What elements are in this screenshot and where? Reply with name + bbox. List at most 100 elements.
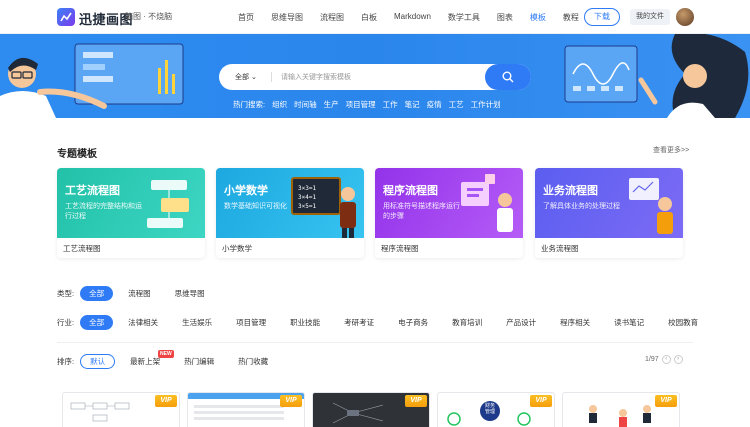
sort-default[interactable]: 默认 <box>80 353 116 369</box>
avatar[interactable] <box>676 8 694 26</box>
template-card-program[interactable]: 程序流程图 用标准符号描述程序运行的步骤 程序流程图 <box>375 168 523 258</box>
hot-term[interactable]: 笔记 <box>405 99 420 110</box>
hot-term[interactable]: 工艺 <box>449 99 464 110</box>
card-caption: 工艺流程图 <box>63 244 101 253</box>
type-chip[interactable]: 思维导图 <box>166 286 214 301</box>
template-card-process[interactable]: 工艺流程图 工艺流程的完整结构和运行过程 工艺流程图 <box>57 168 205 258</box>
vip-badge: VIP <box>405 395 427 407</box>
search-box: 全部 ⌄ 请输入关键字搜索模板 <box>219 64 531 90</box>
industry-chip[interactable]: 教育培训 <box>443 315 491 330</box>
industry-chip[interactable]: 法律相关 <box>119 315 167 330</box>
nav-templates[interactable]: 模板 <box>530 12 546 23</box>
my-files-button[interactable]: 我的文件 <box>630 9 670 25</box>
top-header: 迅捷画图 脑图 · 不烧脑 首页 思维导图 流程图 白板 Markdown 数学… <box>0 0 750 34</box>
left-illustration <box>0 43 184 118</box>
industry-chip[interactable]: 读书笔记 <box>605 315 653 330</box>
card-caption: 小学数学 <box>222 244 252 253</box>
nav-mindmap[interactable]: 思维导图 <box>271 12 303 23</box>
type-chip-all[interactable]: 全部 <box>80 285 114 301</box>
template-thumb[interactable]: VIP <box>312 392 430 427</box>
industry-chip[interactable]: 校园教育 <box>659 315 707 330</box>
card-title: 工艺流程图 <box>65 185 120 197</box>
industry-chip[interactable]: 生活娱乐 <box>173 315 221 330</box>
hot-term[interactable]: 组织 <box>272 99 287 110</box>
hot-search-label: 热门搜索: <box>233 100 266 109</box>
type-label: 类型: <box>57 288 75 298</box>
card-desc: 工艺流程的完整结构和运行过程 <box>65 203 142 220</box>
search-category-select[interactable]: 全部 ⌄ <box>235 72 257 82</box>
prev-page-icon[interactable]: ‹ <box>661 355 671 364</box>
hot-term[interactable]: 项目管理 <box>346 99 376 110</box>
vip-badge: VIP <box>280 395 302 407</box>
card-desc: 了解具体业务的处理过程 <box>543 203 620 210</box>
section-title: 专题模板 <box>57 149 97 160</box>
industry-chip[interactable]: 程序相关 <box>551 315 599 330</box>
process-illustration <box>147 180 189 228</box>
template-thumb[interactable]: VIP <box>562 392 680 427</box>
brand-tagline: 脑图 · 不烧脑 <box>125 12 173 21</box>
download-button[interactable]: 下载 <box>584 8 620 26</box>
industry-chip[interactable]: 职业技能 <box>281 315 329 330</box>
new-badge: NEW <box>158 350 174 358</box>
nav-home[interactable]: 首页 <box>238 12 254 23</box>
industry-chip[interactable]: 考研考证 <box>335 315 383 330</box>
nav-charts[interactable]: 图表 <box>497 12 513 23</box>
vip-badge: VIP <box>530 395 552 407</box>
sort-hot-fav[interactable]: 热门收藏 <box>229 354 277 369</box>
pagination: 1/97 ‹ › <box>645 355 683 364</box>
sort-label: 排序: <box>57 356 75 366</box>
finance-label: 财务 管理 <box>484 403 495 415</box>
next-page-icon[interactable]: › <box>673 355 683 364</box>
card-title: 小学数学 <box>224 185 268 197</box>
svg-text:3×4=1: 3×4=1 <box>298 194 316 201</box>
template-thumb[interactable]: VIP <box>187 392 305 427</box>
nav-whiteboard[interactable]: 白板 <box>361 12 377 23</box>
nav-markdown[interactable]: Markdown <box>394 12 431 23</box>
business-illustration <box>629 178 673 234</box>
card-caption: 业务流程图 <box>541 244 579 253</box>
hot-term[interactable]: 疫情 <box>427 99 442 110</box>
hot-term[interactable]: 工作计划 <box>471 99 501 110</box>
divider <box>57 342 693 343</box>
hot-term[interactable]: 时间轴 <box>294 99 317 110</box>
search-input[interactable]: 请输入关键字搜索模板 <box>281 72 351 82</box>
industry-chip[interactable]: 项目管理 <box>227 315 275 330</box>
industry-filter: 行业: 全部 法律相关 生活娱乐 项目管理 职业技能 考研考证 电子商务 教育培… <box>57 314 713 330</box>
industry-label: 行业: <box>57 317 75 327</box>
template-card-business[interactable]: 业务流程图 了解具体业务的处理过程 业务流程图 <box>535 168 683 258</box>
card-title: 业务流程图 <box>543 185 598 197</box>
card-caption: 程序流程图 <box>381 244 419 253</box>
template-thumb[interactable]: 财务 管理 VIP <box>437 392 555 427</box>
template-thumb[interactable]: VIP <box>62 392 180 427</box>
type-filter: 类型: 全部 流程图 思维导图 <box>57 285 220 301</box>
hot-term[interactable]: 生产 <box>324 99 339 110</box>
industry-chip[interactable]: 电子商务 <box>389 315 437 330</box>
nav-flowchart[interactable]: 流程图 <box>320 12 344 23</box>
industry-chip-all[interactable]: 全部 <box>80 314 114 330</box>
sort-hot-edit[interactable]: 热门编辑 <box>175 354 223 369</box>
main-nav: 首页 思维导图 流程图 白板 Markdown 数学工具 图表 模板 教程 <box>238 12 596 23</box>
hero-banner: 全部 ⌄ 请输入关键字搜索模板 热门搜索: 组织 时间轴 生产 项目管理 工作 … <box>0 34 750 118</box>
card-desc: 用标准符号描述程序运行的步骤 <box>383 203 460 220</box>
vip-badge: VIP <box>655 395 677 407</box>
right-illustration <box>564 34 749 118</box>
search-icon <box>502 71 514 83</box>
card-desc: 数学基础知识可视化 <box>224 203 287 210</box>
template-card-math[interactable]: 3×3=1 3×4=1 3×5=1 小学数学 数学基础知识可视化 小学数学 <box>216 168 364 258</box>
nav-math-tools[interactable]: 数学工具 <box>448 12 480 23</box>
logo-icon[interactable] <box>57 8 75 26</box>
page-indicator: 1/97 <box>645 356 659 363</box>
chevron-down-icon: ⌄ <box>250 74 257 81</box>
nav-tutorials[interactable]: 教程 <box>563 12 579 23</box>
search-button[interactable] <box>485 64 531 90</box>
card-title: 程序流程图 <box>383 185 438 197</box>
industry-chip[interactable]: 产品设计 <box>497 315 545 330</box>
search-divider <box>271 72 272 82</box>
svg-text:3×3=1: 3×3=1 <box>298 185 316 192</box>
type-chip[interactable]: 流程图 <box>119 286 160 301</box>
vip-badge: VIP <box>155 395 177 407</box>
see-more-link[interactable]: 查看更多>> <box>653 145 689 155</box>
program-illustration <box>461 174 513 232</box>
hot-searches: 热门搜索: 组织 时间轴 生产 项目管理 工作 笔记 疫情 工艺 工作计划 <box>233 99 508 110</box>
hot-term[interactable]: 工作 <box>383 99 398 110</box>
